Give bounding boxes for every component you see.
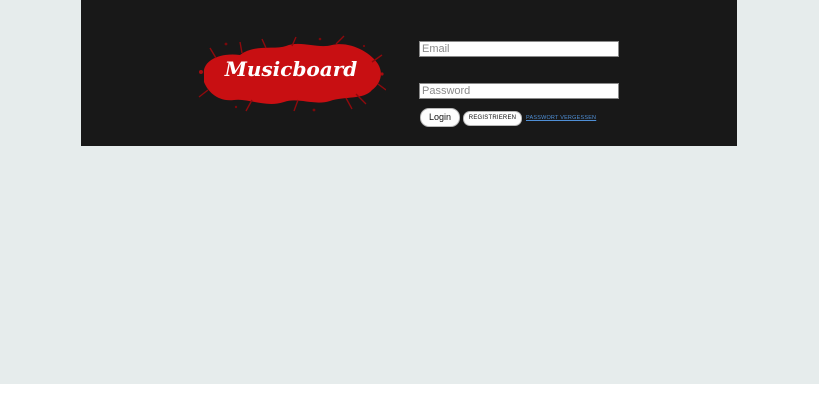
logo-wordmark: Musicboard	[224, 57, 358, 81]
musicboard-logo[interactable]: Musicboard	[196, 34, 386, 114]
paint-splash-logo-image: Musicboard	[198, 35, 386, 112]
header-bar: Musicboard Login REGISTRIEREN PASSWORT V…	[81, 0, 737, 146]
password-field[interactable]	[419, 83, 619, 99]
login-button[interactable]: Login	[420, 108, 460, 127]
register-button[interactable]: REGISTRIEREN	[463, 111, 522, 126]
forgot-password-link[interactable]: PASSWORT VERGESSEN	[526, 115, 596, 122]
email-field[interactable]	[419, 41, 619, 57]
